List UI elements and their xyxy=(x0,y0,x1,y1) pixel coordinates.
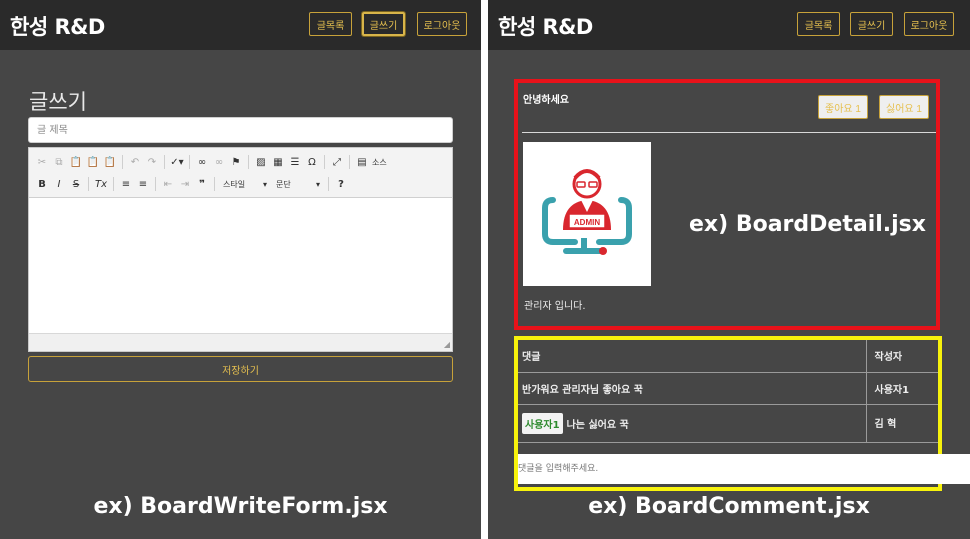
spellcheck-icon[interactable]: ✓▾ xyxy=(170,155,184,169)
write-button[interactable]: 글쓰기 xyxy=(850,12,893,36)
comment-table: 댓글 작성자 반가워요 관리자님 좋아요 꾹 사용자1 사용자1 나는 싫어요 꾹… xyxy=(518,340,938,443)
source-label[interactable]: 소스 xyxy=(372,157,387,168)
help-icon[interactable]: ? xyxy=(334,177,348,191)
toolbar-divider xyxy=(324,155,325,169)
style-select[interactable]: 스타일 ▾ xyxy=(220,176,270,192)
outdent-icon[interactable]: ⇤ xyxy=(161,177,175,191)
list-button[interactable]: 글목록 xyxy=(309,12,352,36)
image-icon[interactable]: ▨ xyxy=(254,155,268,169)
toolbar-divider xyxy=(88,177,89,191)
comment-body: 반가워요 관리자님 좋아요 꾹 xyxy=(522,384,643,396)
bold-icon[interactable]: B xyxy=(35,177,49,191)
toolbar-divider xyxy=(122,155,123,169)
logout-button[interactable]: 로그아웃 xyxy=(904,12,954,36)
paste-word-icon[interactable]: 📋 xyxy=(103,155,117,169)
table-row: 사용자1 나는 싫어요 꾹 김 혁 xyxy=(518,404,938,443)
paste-icon[interactable]: 📋 xyxy=(69,155,83,169)
toolbar-divider xyxy=(189,155,190,169)
link-icon[interactable]: ∞ xyxy=(195,155,209,169)
post-image: ADMIN xyxy=(523,142,651,286)
toolbar-divider xyxy=(349,155,350,169)
table-header-row: 댓글 작성자 xyxy=(518,340,938,373)
write-button[interactable]: 글쓰기 xyxy=(362,12,405,36)
save-button[interactable]: 저장하기 xyxy=(28,356,453,382)
anchor-flag-icon[interactable]: ⚑ xyxy=(229,155,243,169)
cut-icon[interactable]: ✂ xyxy=(35,155,49,169)
rich-text-editor: ✂ ⧉ 📋 📋 📋 ↶ ↷ ✓▾ ∞ ∞ ⚑ ▨ ▦ ☰ Ω ⤢ ▤ 소스 B … xyxy=(28,147,453,352)
post-content: 관리자 입니다. xyxy=(524,301,586,312)
bullet-list-icon[interactable]: ≡ xyxy=(136,177,150,191)
comment-author: 김 혁 xyxy=(865,404,938,443)
editor-content-area[interactable] xyxy=(29,199,452,335)
strike-icon[interactable]: S xyxy=(69,177,83,191)
post-title: 안녕하세요 xyxy=(523,95,569,106)
header-comment: 댓글 xyxy=(518,340,866,373)
maximize-icon[interactable]: ⤢ xyxy=(330,155,344,169)
blockquote-icon[interactable]: ❞ xyxy=(195,177,209,191)
admin-badge-text: ADMIN xyxy=(574,218,600,227)
toolbar-divider xyxy=(155,177,156,191)
table-row: 반가워요 관리자님 좋아요 꾹 사용자1 xyxy=(518,372,938,405)
format-select[interactable]: 문단 ▾ xyxy=(273,176,323,192)
style-select-label: 스타일 xyxy=(223,179,246,189)
caption: ex) BoardComment.jsx xyxy=(588,494,870,519)
title-input[interactable] xyxy=(28,117,453,143)
toolbar-divider xyxy=(328,177,329,191)
special-char-icon[interactable]: Ω xyxy=(305,155,319,169)
list-button[interactable]: 글목록 xyxy=(797,12,840,36)
detail-component-label: ex) BoardDetail.jsx xyxy=(689,212,926,237)
chevron-down-icon: ▾ xyxy=(315,179,320,189)
navbar: 한성 R&D 글목록 글쓰기 로그아웃 xyxy=(0,0,481,50)
toolbar-divider xyxy=(113,177,114,191)
comment-body: 나는 싫어요 꾹 xyxy=(566,419,629,431)
page-title: 글쓰기 xyxy=(29,90,87,114)
mention-tag[interactable]: 사용자1 xyxy=(522,412,563,434)
dislike-button[interactable]: 싫어요 1 xyxy=(879,95,929,119)
indent-icon[interactable]: ⇥ xyxy=(178,177,192,191)
undo-icon[interactable]: ↶ xyxy=(128,155,142,169)
toolbar-divider xyxy=(214,177,215,191)
brand-logo[interactable]: 한성 R&D xyxy=(498,11,593,41)
board-detail-panel: 한성 R&D 글목록 글쓰기 로그아웃 안녕하세요 좋아요 1 싫어요 1 AD… xyxy=(488,0,970,539)
resize-handle-icon[interactable]: ◢ xyxy=(444,340,450,349)
toolbar-divider xyxy=(164,155,165,169)
write-form-panel: 한성 R&D 글목록 글쓰기 로그아웃 글쓰기 ✂ ⧉ 📋 📋 📋 ↶ ↷ ✓▾… xyxy=(0,0,481,539)
redo-icon[interactable]: ↷ xyxy=(145,155,159,169)
header-author: 작성자 xyxy=(865,340,938,373)
comment-text: 사용자1 나는 싫어요 꾹 xyxy=(518,404,866,443)
paste-text-icon[interactable]: 📋 xyxy=(86,155,100,169)
horizontal-line-icon[interactable]: ☰ xyxy=(288,155,302,169)
source-icon[interactable]: ▤ xyxy=(355,155,369,169)
caption: ex) BoardWriteForm.jsx xyxy=(93,494,388,519)
remove-format-icon[interactable]: Tx xyxy=(94,177,108,191)
table-icon[interactable]: ▦ xyxy=(271,155,285,169)
logout-button[interactable]: 로그아웃 xyxy=(417,12,467,36)
comment-author: 사용자1 xyxy=(865,372,938,405)
navbar: 한성 R&D 글목록 글쓰기 로그아웃 xyxy=(488,0,970,50)
editor-footer: ◢ xyxy=(29,333,452,351)
toolbar-divider xyxy=(248,155,249,169)
chevron-down-icon: ▾ xyxy=(262,179,267,189)
brand-logo[interactable]: 한성 R&D xyxy=(10,11,105,41)
italic-icon[interactable]: I xyxy=(52,177,66,191)
comment-text: 반가워요 관리자님 좋아요 꾹 xyxy=(518,372,866,405)
unlink-icon[interactable]: ∞ xyxy=(212,155,226,169)
admin-illustration: ADMIN xyxy=(542,169,632,255)
editor-toolbar: ✂ ⧉ 📋 📋 📋 ↶ ↷ ✓▾ ∞ ∞ ⚑ ▨ ▦ ☰ Ω ⤢ ▤ 소스 B … xyxy=(29,148,452,198)
numbered-list-icon[interactable]: ≡ xyxy=(119,177,133,191)
comment-input[interactable] xyxy=(518,454,970,484)
format-select-label: 문단 xyxy=(276,179,291,189)
copy-icon[interactable]: ⧉ xyxy=(52,155,66,169)
like-button[interactable]: 좋아요 1 xyxy=(818,95,868,119)
divider xyxy=(522,132,936,133)
